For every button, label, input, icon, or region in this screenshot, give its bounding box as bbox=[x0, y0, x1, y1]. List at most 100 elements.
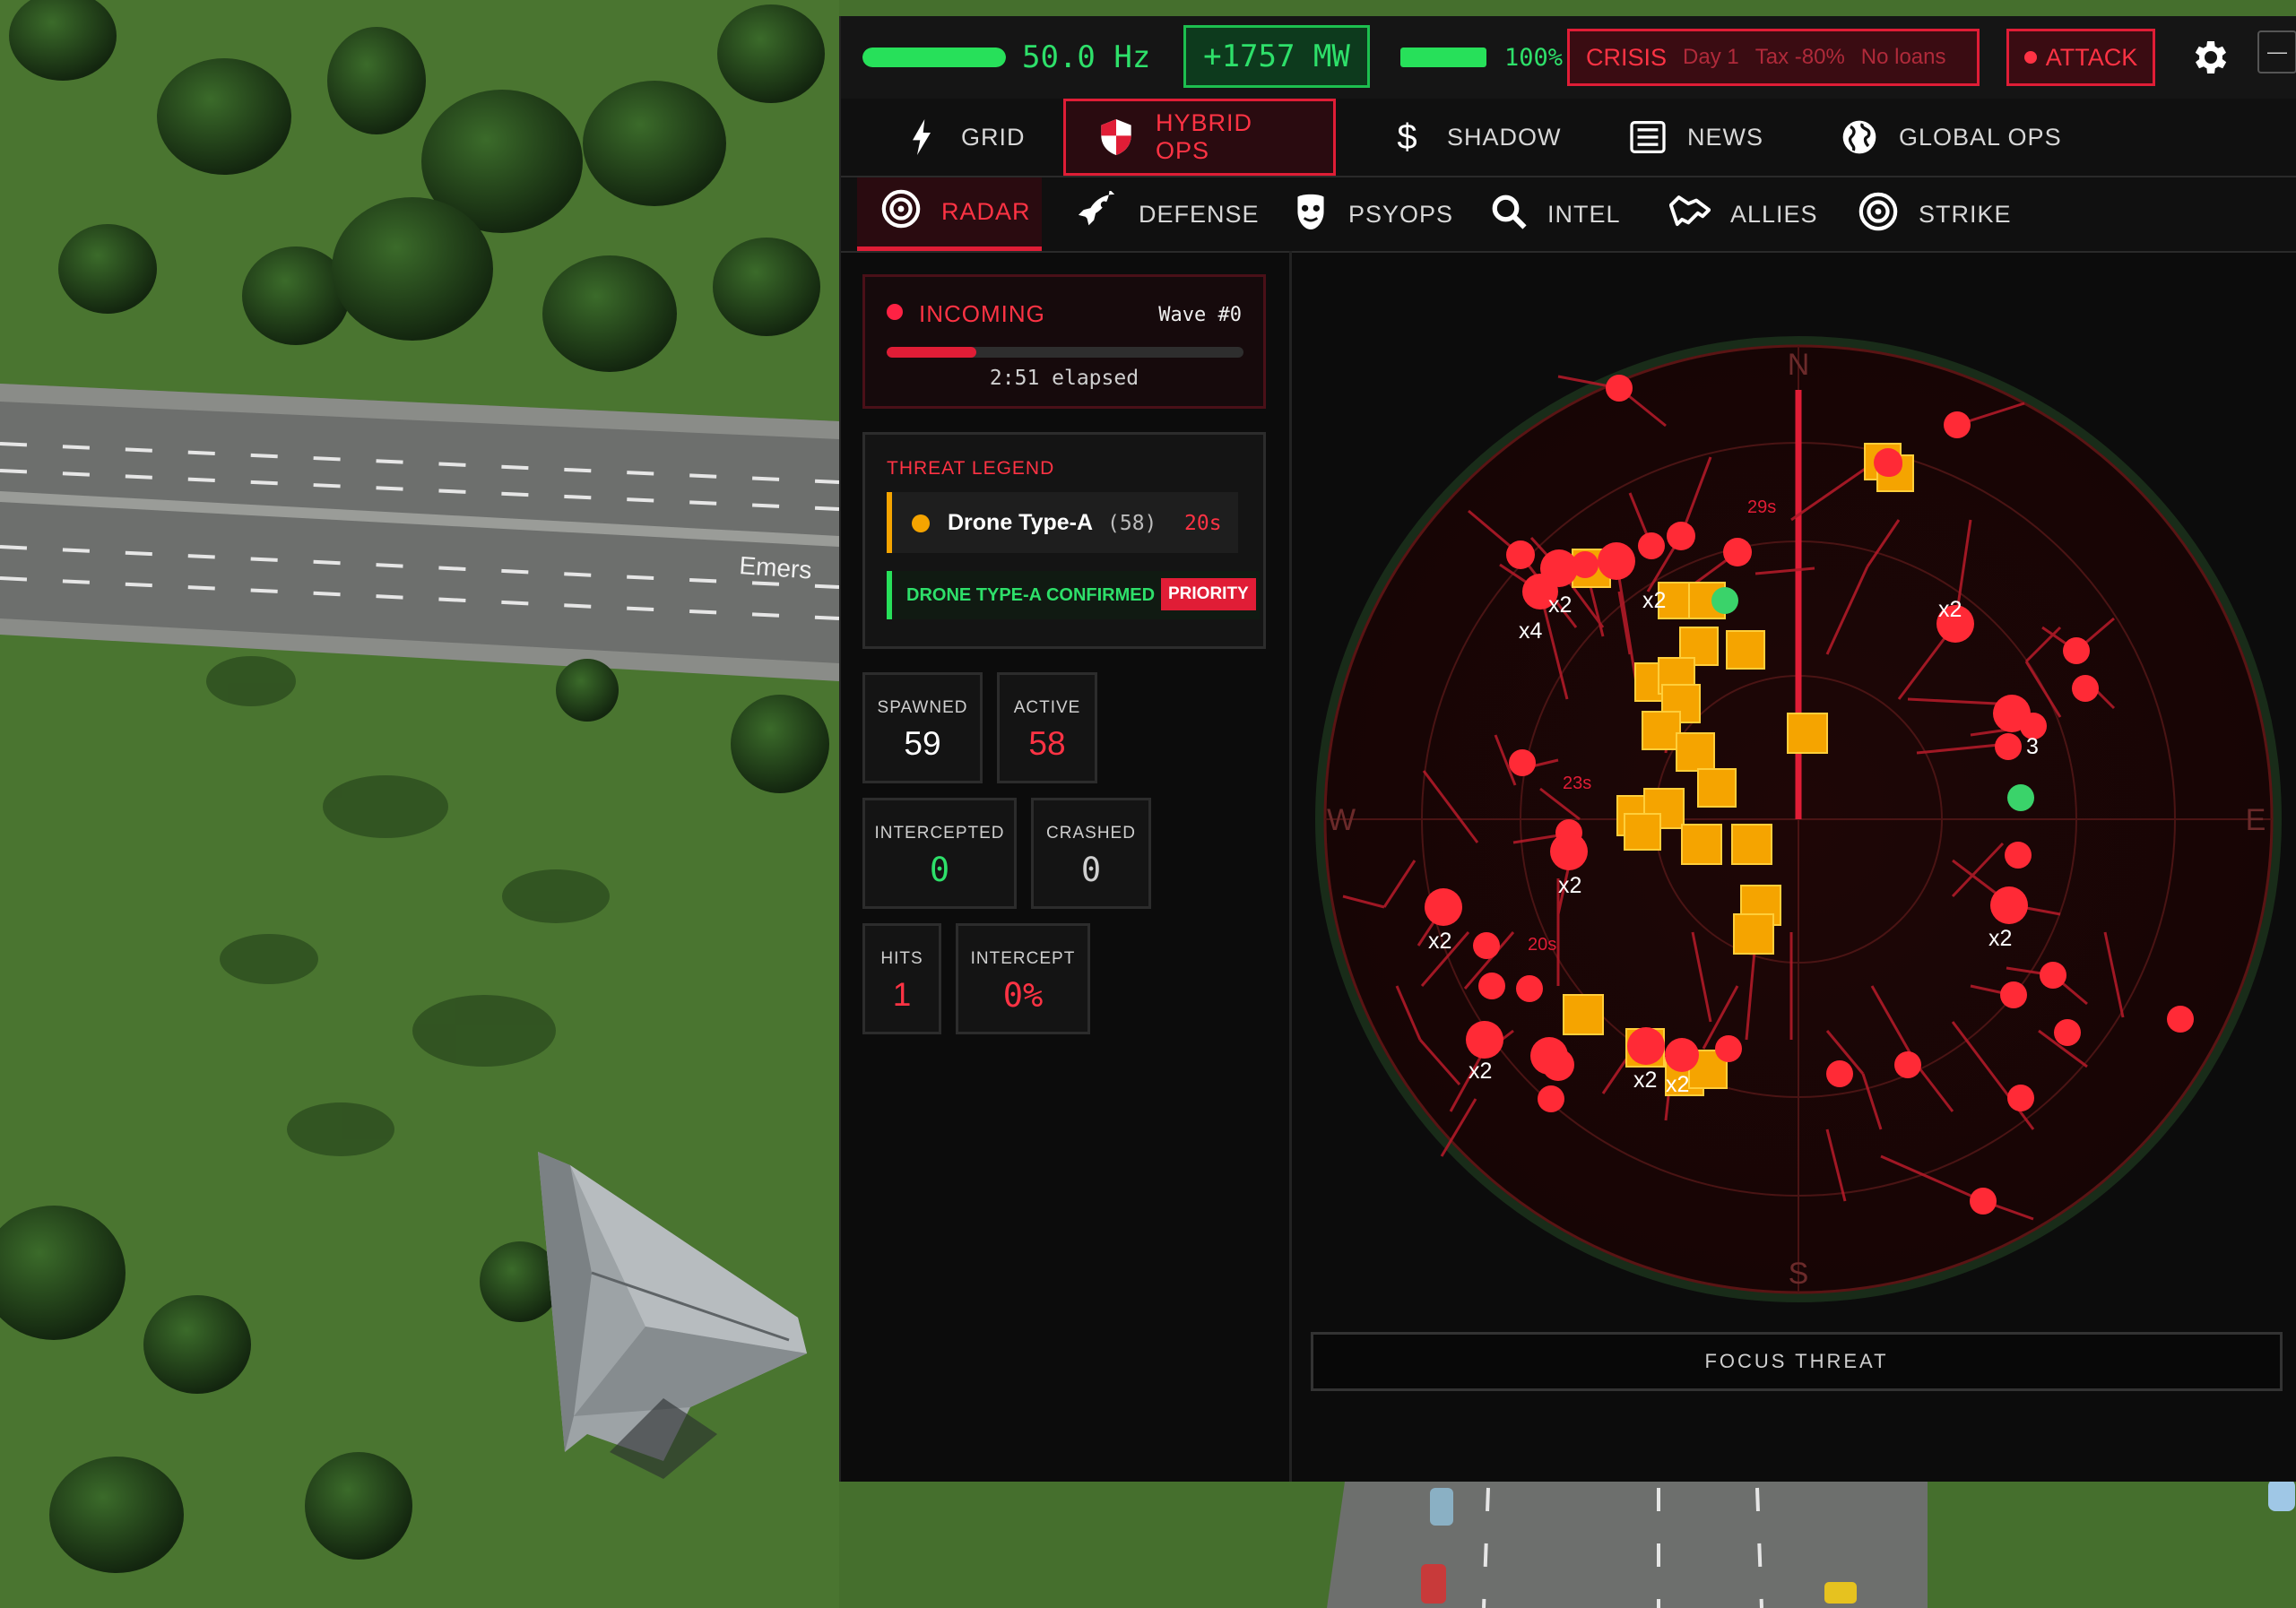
drone-marker bbox=[1731, 824, 1772, 865]
minimize-button[interactable]: — bbox=[2257, 30, 2296, 73]
radar-scope[interactable]: N S E W 29s 23s 20s x2 x4 x2 x2 x2 x2 x2… bbox=[1289, 251, 2296, 1327]
frequency-bar bbox=[862, 48, 1006, 67]
tab-strike[interactable]: STRIKE bbox=[1858, 177, 2012, 251]
tab-intel[interactable]: INTEL bbox=[1490, 177, 1621, 251]
road-sign-text: Emers bbox=[739, 551, 813, 584]
threat-dot bbox=[1572, 551, 1599, 578]
threat-dot bbox=[1598, 542, 1635, 580]
tab-hybrid-ops[interactable]: HYBRID OPS bbox=[1063, 99, 1336, 176]
threat-dot bbox=[1606, 375, 1633, 402]
handshake-icon bbox=[1668, 194, 1711, 236]
settings-button[interactable] bbox=[2186, 16, 2236, 99]
count-label: x2 bbox=[1642, 588, 1666, 613]
tab-global-ops-label: GLOBAL OPS bbox=[1899, 123, 2062, 151]
drone-marker bbox=[1726, 630, 1765, 670]
count-label: x2 bbox=[1558, 873, 1581, 898]
gear-icon bbox=[2195, 41, 2227, 73]
count-label: x2 bbox=[1988, 926, 2012, 951]
hits-stat: HITS 1 bbox=[862, 923, 941, 1034]
attack-button[interactable]: ATTACK bbox=[2006, 29, 2155, 86]
globe-icon bbox=[1841, 119, 1877, 155]
power-output: +1757 MW bbox=[1203, 39, 1350, 74]
threat-dot bbox=[1723, 538, 1752, 566]
threat-dot bbox=[1826, 1060, 1853, 1087]
tab-allies-label: ALLIES bbox=[1730, 200, 1818, 228]
lightning-icon bbox=[904, 119, 940, 155]
tab-defense[interactable]: DEFENSE bbox=[1076, 177, 1260, 251]
drone-marker bbox=[1563, 994, 1604, 1035]
threat-dot bbox=[2000, 981, 2027, 1008]
sub-tabs: RADAR DEFENSE PSYOPS INTEL ALLIES STRIKE bbox=[841, 177, 2296, 253]
crisis-loans: No loans bbox=[1860, 45, 1946, 69]
threat-dot bbox=[1550, 833, 1588, 870]
priority-badge: PRIORITY bbox=[1161, 578, 1256, 610]
legend-entry-name: Drone Type-A bbox=[948, 510, 1094, 535]
spawned-label: SPAWNED bbox=[877, 698, 968, 717]
tab-intel-label: INTEL bbox=[1547, 200, 1621, 228]
threat-dot bbox=[1542, 1049, 1574, 1081]
threat-dot bbox=[2167, 1006, 2194, 1033]
tab-psyops-label: PSYOPS bbox=[1348, 200, 1454, 228]
count-label-x4: x4 bbox=[1519, 618, 1543, 644]
radar-area: N S E W 29s 23s 20s x2 x4 x2 x2 x2 x2 x2… bbox=[1289, 251, 2296, 1482]
drone-marker bbox=[1676, 732, 1715, 772]
crashed-label: CRASHED bbox=[1046, 824, 1136, 843]
hybrid-ops-panel: 50.0 Hz +1757 MW 100% CRISIS Day 1 Tax -… bbox=[839, 16, 2296, 1482]
confirmed-alert: DRONE TYPE-A CONFIRMED PRIORITY bbox=[887, 571, 1260, 619]
tab-news[interactable]: NEWS bbox=[1630, 99, 1763, 176]
drone-marker bbox=[1681, 824, 1722, 865]
tab-allies[interactable]: ALLIES bbox=[1668, 177, 1818, 251]
drone-marker bbox=[1787, 713, 1828, 754]
tab-radar-label: RADAR bbox=[941, 198, 1031, 225]
legend-entry-count: (58) bbox=[1107, 512, 1157, 535]
drone-marker bbox=[1642, 711, 1681, 750]
rocket-icon bbox=[1076, 188, 1119, 238]
tab-shadow-label: SHADOW bbox=[1447, 123, 1562, 151]
drone-dot-icon bbox=[912, 514, 930, 532]
incoming-dot-icon bbox=[887, 304, 903, 320]
spawned-value: 59 bbox=[904, 725, 941, 762]
shield-icon bbox=[1098, 119, 1134, 155]
intercepted-value: 0 bbox=[929, 851, 950, 889]
compass-north: N bbox=[1788, 348, 1810, 382]
threat-legend-title: THREAT LEGEND bbox=[887, 458, 1055, 479]
tab-global-ops[interactable]: GLOBAL OPS bbox=[1841, 99, 2062, 176]
threat-legend-card: THREAT LEGEND Drone Type-A (58) 20s DRON… bbox=[862, 432, 1266, 649]
compass-west: W bbox=[1327, 803, 1356, 837]
legend-entry-drone-type-a[interactable]: Drone Type-A (58) 20s bbox=[887, 492, 1238, 553]
hits-label: HITS bbox=[880, 949, 923, 968]
threat-dot bbox=[1667, 522, 1695, 550]
friendly-dot bbox=[1711, 587, 1738, 614]
count-label-3: 3 bbox=[2026, 734, 2039, 759]
count-label: x2 bbox=[1428, 929, 1451, 954]
legend-entry-time: 20s bbox=[1184, 512, 1222, 535]
tab-radar[interactable]: RADAR bbox=[857, 177, 1042, 251]
count-label: x2 bbox=[1633, 1068, 1657, 1093]
count-label: x2 bbox=[1548, 592, 1572, 618]
mask-icon bbox=[1293, 192, 1329, 238]
crisis-badge[interactable]: CRISIS Day 1 Tax -80% No loans bbox=[1567, 29, 1980, 86]
active-label: ACTIVE bbox=[1013, 698, 1081, 717]
threat-dot bbox=[2072, 675, 2099, 702]
threat-dot bbox=[1970, 1188, 1997, 1215]
tab-shadow[interactable]: $ SHADOW bbox=[1390, 99, 1562, 176]
tab-grid[interactable]: GRID bbox=[904, 99, 1026, 176]
threat-dot bbox=[1877, 452, 1902, 477]
threat-dot bbox=[1425, 888, 1462, 926]
count-label: x2 bbox=[1666, 1072, 1689, 1097]
incoming-card: INCOMING Wave #0 2:51 elapsed bbox=[862, 274, 1266, 409]
newspaper-icon bbox=[1630, 119, 1666, 155]
intercept-rate-label: INTERCEPT bbox=[970, 949, 1076, 968]
threat-dot bbox=[1478, 973, 1505, 999]
focus-threat-button[interactable]: FOCUS THREAT bbox=[1311, 1332, 2283, 1391]
hits-value: 1 bbox=[892, 976, 912, 1013]
compass-south: S bbox=[1789, 1257, 1809, 1291]
threat-dot bbox=[1638, 532, 1665, 559]
threat-dot bbox=[1894, 1051, 1921, 1078]
tab-grid-label: GRID bbox=[961, 123, 1026, 151]
threat-dot bbox=[1509, 749, 1536, 776]
tab-psyops[interactable]: PSYOPS bbox=[1293, 177, 1453, 251]
threat-dot bbox=[1715, 1035, 1742, 1062]
threat-dot bbox=[2040, 962, 2066, 989]
power-output-box: +1757 MW bbox=[1183, 25, 1370, 88]
